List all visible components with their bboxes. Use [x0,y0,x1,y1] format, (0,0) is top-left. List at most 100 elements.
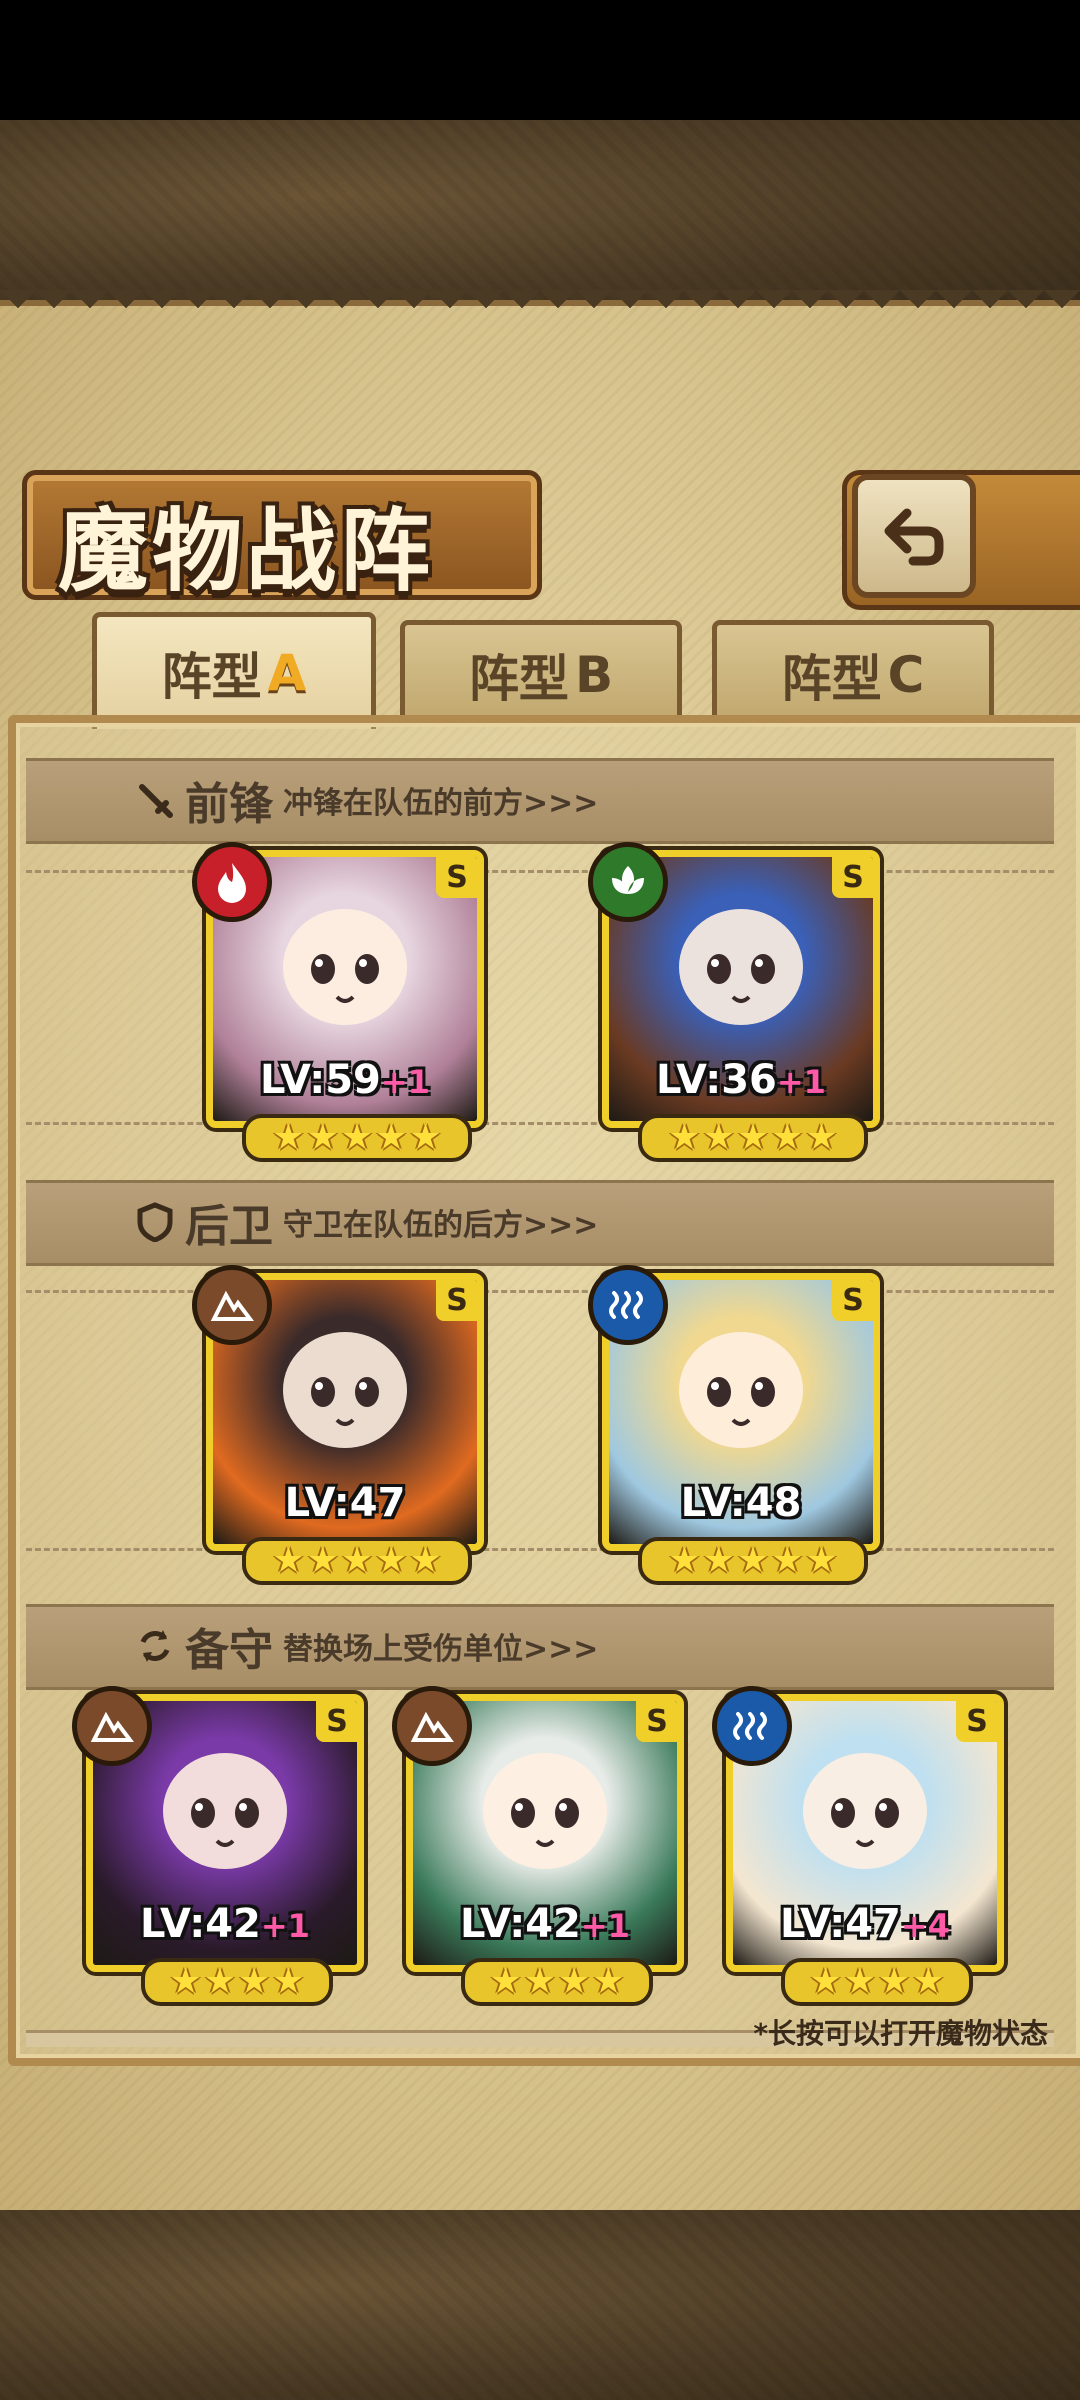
level-value: LV:42 [460,1901,581,1947]
star-icon: ★ [375,1540,408,1581]
section-header-rear: 后卫 守卫在队伍的后方>>> [135,1192,598,1252]
section-title: 前锋 [185,779,273,830]
tab-formation-b[interactable]: 阵型 B [400,620,682,725]
row-guide-line [26,1290,1054,1293]
rank-badge: S [956,1701,997,1742]
level-label: LV:36+1 [656,1057,826,1103]
level-bonus: +4 [900,1907,950,1945]
star-icon: ★ [306,1117,339,1158]
rank-badge: S [832,1280,873,1321]
tab-letter: A [267,644,307,702]
star-icon: ★ [375,1117,408,1158]
star-icon: ★ [169,1961,202,2002]
star-rating: ★ ★ ★ ★ ★ [638,1537,868,1585]
earth-element-icon [192,1265,272,1345]
star-icon: ★ [340,1117,374,1158]
long-press-hint: *长按可以打开魔物状态 [753,2017,1048,2050]
level-label: LV:48 [681,1480,802,1526]
star-rating: ★ ★ ★ ★ [461,1958,653,2006]
section-header-reserve: 备守 替换场上受伤单位>>> [135,1616,598,1676]
level-value: LV:47 [284,1480,406,1526]
star-icon: ★ [702,1117,735,1158]
star-icon: ★ [272,1540,305,1581]
star-icon: ★ [843,1961,876,2002]
level-value: LV:42 [140,1901,261,1947]
level-bonus: +1 [260,1907,310,1945]
star-icon: ★ [558,1961,591,2002]
wind-element-icon [588,842,668,922]
star-rating: ★ ★ ★ ★ ★ [242,1537,472,1585]
level-bonus: +1 [380,1063,430,1101]
tab-formation-a[interactable]: 阵型 A [92,612,376,729]
star-icon: ★ [306,1540,339,1581]
map-background-bottom [0,2210,1080,2400]
star-icon: ★ [736,1117,770,1158]
tab-letter: C [887,646,925,704]
star-icon: ★ [272,1117,305,1158]
tab-label: 阵型 [161,648,262,706]
star-icon: ★ [805,1540,838,1581]
section-description: 冲锋在队伍的前方>>> [283,786,599,821]
rank-badge: S [832,857,873,898]
row-guide-line [26,1122,1054,1125]
rank-badge: S [636,1701,677,1742]
section-title: 备守 [185,1625,273,1676]
back-arrow-icon [884,508,944,566]
row-guide-line [26,870,1054,873]
level-value: LV:48 [680,1480,802,1526]
level-label: LV:42+1 [460,1901,630,1947]
section-description: 守卫在队伍的后方>>> [283,1208,599,1243]
tab-letter: B [574,646,614,704]
star-icon: ★ [771,1540,804,1581]
water-element-icon [712,1686,792,1766]
section-description: 替换场上受伤单位>>> [283,1632,599,1667]
earth-element-icon [72,1686,152,1766]
star-icon: ★ [912,1961,945,2002]
star-icon: ★ [771,1117,804,1158]
star-icon: ★ [736,1540,770,1581]
section-title: 后卫 [185,1201,273,1252]
star-icon: ★ [668,1540,701,1581]
water-element-icon [588,1265,668,1345]
star-rating: ★ ★ ★ ★ [141,1958,333,2006]
page-title: 魔物战阵 [58,498,434,604]
star-icon: ★ [592,1961,625,2002]
map-background-top [0,120,1080,310]
shield-icon [135,1202,175,1242]
star-icon: ★ [805,1117,838,1158]
tab-label: 阵型 [468,650,569,708]
star-icon: ★ [203,1961,236,2002]
fire-element-icon [192,842,272,922]
tab-formation-c[interactable]: 阵型 C [712,620,994,725]
earth-element-icon [392,1686,472,1766]
star-icon: ★ [809,1961,842,2002]
swap-icon [135,1626,175,1666]
status-bar [0,0,1080,120]
star-rating: ★ ★ ★ ★ [781,1958,973,2006]
level-label: LV:47 [285,1480,406,1526]
star-icon: ★ [409,1540,442,1581]
rank-badge: S [436,857,477,898]
star-rating: ★ ★ ★ ★ ★ [638,1114,868,1162]
level-label: LV:47+4 [780,1901,950,1947]
rank-badge: S [436,1280,477,1321]
level-label: LV:42+1 [140,1901,310,1947]
level-bonus: +1 [580,1907,630,1945]
star-icon: ★ [878,1961,911,2002]
level-value: LV:36 [656,1057,777,1103]
panel-torn-edge [0,290,1080,326]
level-value: LV:47 [780,1901,901,1947]
star-icon: ★ [523,1961,556,2002]
star-icon: ★ [702,1540,735,1581]
level-label: LV:59+1 [260,1057,430,1103]
star-icon: ★ [340,1540,374,1581]
star-icon: ★ [668,1117,701,1158]
level-value: LV:59 [260,1057,381,1103]
star-icon: ★ [272,1961,305,2002]
sword-icon [135,780,175,820]
level-bonus: +1 [776,1063,826,1101]
star-icon: ★ [409,1117,442,1158]
tab-label: 阵型 [781,650,882,708]
star-rating: ★ ★ ★ ★ ★ [242,1114,472,1162]
back-button[interactable] [852,474,976,598]
